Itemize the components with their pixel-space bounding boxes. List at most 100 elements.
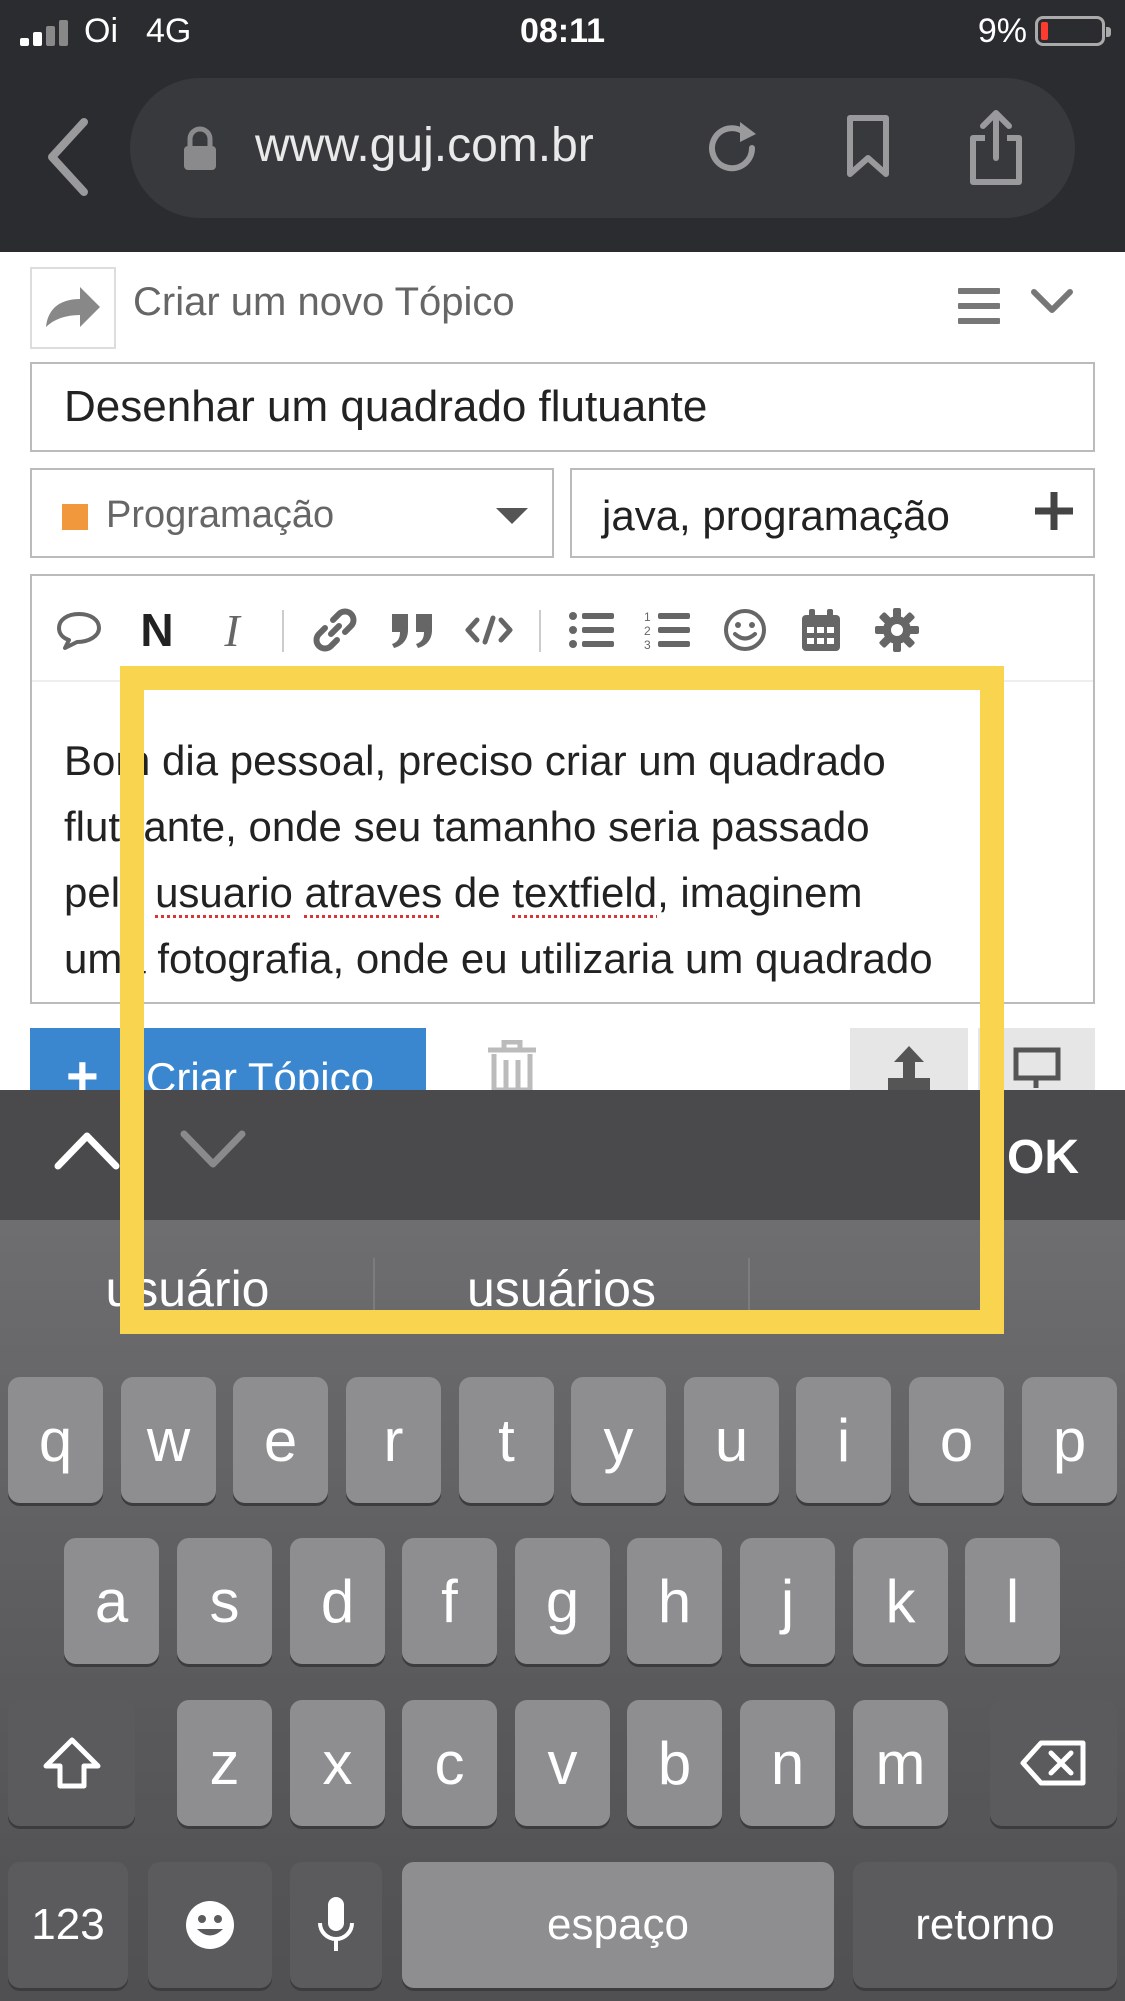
key-m[interactable]: m: [853, 1700, 948, 1826]
svg-text:1: 1: [644, 610, 651, 624]
trash-icon[interactable]: [482, 1039, 542, 1093]
upload-button[interactable]: [850, 1028, 968, 1090]
misspelled-word[interactable]: textfield: [512, 869, 657, 916]
key-p[interactable]: p: [1022, 1377, 1117, 1503]
monitor-icon: [1013, 1047, 1061, 1088]
key-u[interactable]: u: [684, 1377, 779, 1503]
speech-bubble-icon[interactable]: [54, 606, 104, 654]
key-n[interactable]: n: [740, 1700, 835, 1826]
key-s[interactable]: s: [177, 1538, 272, 1664]
svg-text:3: 3: [644, 638, 651, 651]
key-i[interactable]: i: [796, 1377, 891, 1503]
status-bar: Oi 4G 08:11 9%: [0, 0, 1125, 62]
key-z[interactable]: z: [177, 1700, 272, 1826]
calendar-icon[interactable]: [796, 606, 846, 654]
backspace-key[interactable]: [990, 1700, 1117, 1826]
numbers-key[interactable]: 123: [8, 1862, 128, 1988]
reply-arrow-icon[interactable]: [30, 267, 116, 349]
lock-icon: [182, 126, 218, 172]
key-b[interactable]: b: [627, 1700, 722, 1826]
key-h[interactable]: h: [627, 1538, 722, 1664]
body-text-segment: de: [442, 869, 513, 916]
shift-arrow-icon: [43, 1737, 100, 1789]
key-k[interactable]: k: [853, 1538, 948, 1664]
suggestion-bar: usuário usuários: [0, 1220, 1125, 1360]
misspelled-word[interactable]: usuario: [155, 869, 293, 916]
emoji-key[interactable]: [148, 1862, 272, 1988]
key-y[interactable]: y: [571, 1377, 666, 1503]
menu-icon[interactable]: [958, 288, 1000, 324]
key-o[interactable]: o: [909, 1377, 1004, 1503]
key-x[interactable]: x: [290, 1700, 385, 1826]
body-line: flutuante, onde seu tamanho seria passad…: [64, 803, 870, 850]
plus-icon[interactable]: [1031, 488, 1077, 534]
numbered-list-icon[interactable]: 123: [642, 606, 692, 654]
chevron-down-icon[interactable]: [180, 1130, 246, 1170]
suggestion-divider: [748, 1258, 750, 1318]
gear-icon[interactable]: [872, 606, 922, 654]
chevron-up-icon[interactable]: [54, 1130, 120, 1170]
preview-button[interactable]: [978, 1028, 1095, 1090]
share-icon[interactable]: [965, 108, 1027, 188]
italic-icon[interactable]: I: [212, 605, 252, 656]
misspelled-word[interactable]: atraves: [305, 869, 443, 916]
dictation-key[interactable]: [290, 1862, 382, 1988]
toolbar-divider: [539, 610, 541, 652]
key-a[interactable]: a: [64, 1538, 159, 1664]
key-c[interactable]: c: [402, 1700, 497, 1826]
key-l[interactable]: l: [965, 1538, 1060, 1664]
category-color-swatch: [62, 504, 88, 530]
post-editor[interactable]: N I 123 Bom dia pessoal, preciso criar u…: [30, 574, 1095, 1004]
key-e[interactable]: e: [233, 1377, 328, 1503]
bold-icon[interactable]: N: [132, 604, 182, 656]
body-line: uma fotografia, onde eu utilizaria um qu…: [64, 935, 933, 982]
caret-down-icon: [496, 508, 528, 524]
battery-icon: [1035, 16, 1111, 46]
key-q[interactable]: q: [8, 1377, 103, 1503]
keyboard-accessory-bar: OK: [0, 1090, 1125, 1220]
plus-icon: +: [66, 1044, 99, 1091]
editor-toolbar: N I 123: [32, 576, 1093, 682]
post-body-text[interactable]: Bom dia pessoal, preciso criar um quadra…: [64, 728, 1074, 992]
key-g[interactable]: g: [515, 1538, 610, 1664]
chevron-down-icon[interactable]: [1030, 288, 1074, 316]
reload-icon[interactable]: [700, 116, 764, 180]
emoji-face-icon: [186, 1901, 234, 1949]
address-bar[interactable]: www.guj.com.br: [130, 78, 1075, 218]
key-r[interactable]: r: [346, 1377, 441, 1503]
battery-percent: 9%: [977, 12, 1027, 50]
key-d[interactable]: d: [290, 1538, 385, 1664]
space-key[interactable]: espaço: [402, 1862, 834, 1988]
clock: 08:11: [519, 12, 606, 50]
done-button[interactable]: OK: [1007, 1130, 1079, 1185]
code-icon[interactable]: [464, 606, 514, 654]
toolbar-divider: [282, 610, 284, 652]
key-t[interactable]: t: [459, 1377, 554, 1503]
emoji-icon[interactable]: [720, 606, 770, 654]
topic-title-input[interactable]: Desenhar um quadrado flutuante: [30, 362, 1095, 452]
create-topic-label: Criar Tópico: [146, 1054, 374, 1090]
bullet-list-icon[interactable]: [566, 606, 616, 654]
quote-icon[interactable]: [387, 606, 437, 654]
category-select[interactable]: Programação: [30, 468, 554, 558]
key-v[interactable]: v: [515, 1700, 610, 1826]
body-text-segment: [293, 869, 305, 916]
tags-value: java, programação: [602, 492, 950, 539]
link-icon[interactable]: [310, 606, 360, 654]
suggestion-item[interactable]: usuário: [30, 1260, 345, 1318]
body-line: Bom dia pessoal, preciso criar um quadra…: [64, 737, 886, 784]
bookmark-icon[interactable]: [840, 114, 896, 180]
back-icon[interactable]: [40, 112, 100, 202]
shift-key[interactable]: [8, 1700, 135, 1826]
svg-text:2: 2: [644, 624, 651, 638]
composer-header: Criar um novo Tópico: [0, 252, 1125, 352]
return-key[interactable]: retorno: [853, 1862, 1117, 1988]
upload-icon: [888, 1046, 930, 1090]
key-f[interactable]: f: [402, 1538, 497, 1664]
key-j[interactable]: j: [740, 1538, 835, 1664]
browser-toolbar: www.guj.com.br: [0, 62, 1125, 252]
suggestion-item[interactable]: usuários: [375, 1260, 748, 1318]
tags-input[interactable]: java, programação: [570, 468, 1095, 558]
create-topic-button[interactable]: + Criar Tópico: [30, 1028, 426, 1090]
key-w[interactable]: w: [121, 1377, 216, 1503]
